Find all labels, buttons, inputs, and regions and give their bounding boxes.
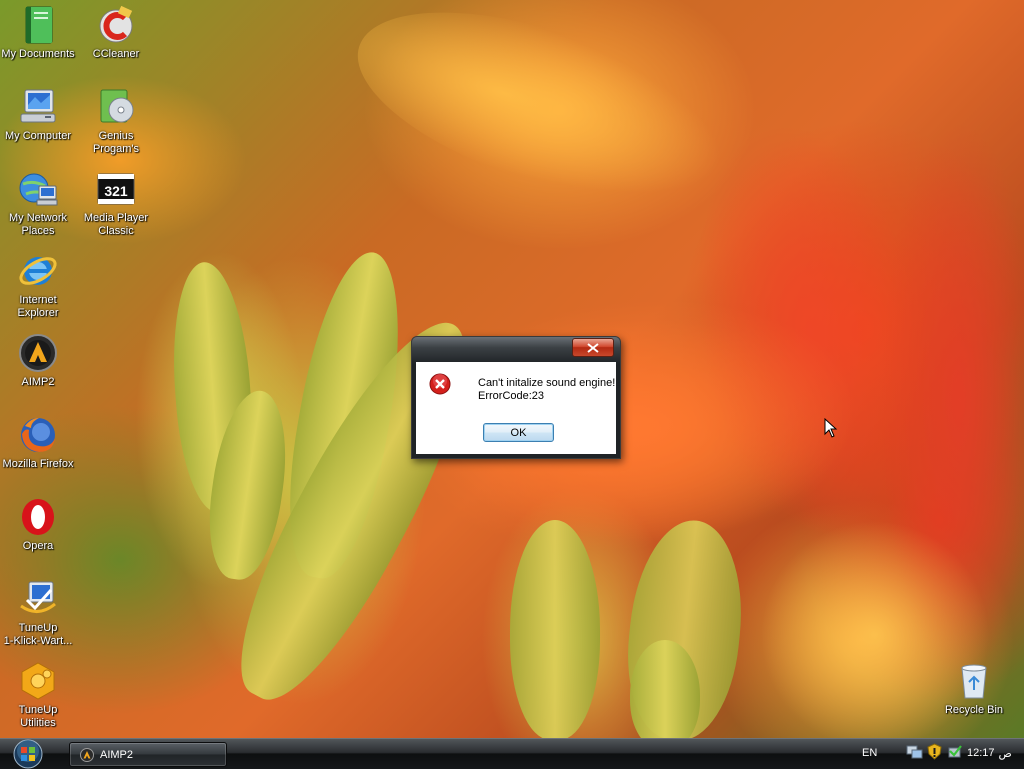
dialog-titlebar[interactable] xyxy=(412,337,620,361)
desktop-icon-label: My Network Places xyxy=(8,212,68,237)
network-icon[interactable] xyxy=(906,743,923,760)
system-clock[interactable]: 12:17 ص xyxy=(967,747,1012,760)
network-places-icon xyxy=(17,168,59,210)
ccleaner-icon xyxy=(95,4,137,46)
security-alert-icon[interactable] xyxy=(926,743,943,760)
dialog-body: Can't initalize sound engine! ErrorCode:… xyxy=(416,362,616,454)
genius-programs-icon xyxy=(95,86,137,128)
my-computer-icon xyxy=(17,86,59,128)
recycle-bin-icon xyxy=(953,660,995,702)
desktop-icon-label: Genius Progam's xyxy=(92,130,140,155)
dialog-close-button[interactable] xyxy=(572,338,614,357)
tuneup-icon xyxy=(17,578,59,620)
desktop[interactable]: My Documents My Computer My Network Plac xyxy=(0,0,1024,738)
desktop-icon-tuneup-utilities[interactable]: TuneUp Utilities xyxy=(0,660,76,730)
desktop-icon-aimp2[interactable]: AIMP2 xyxy=(0,332,76,389)
desktop-icon-label: My Documents xyxy=(1,48,75,60)
desktop-icon-label: CCleaner xyxy=(92,48,140,60)
clock-time: 12:17 xyxy=(967,747,995,759)
desktop-icon-label: Media Player Classic xyxy=(83,212,149,237)
dialog-message-line2: ErrorCode:23 xyxy=(478,390,545,402)
media-player-classic-icon: 321 xyxy=(95,168,137,210)
desktop-icon-network-places[interactable]: My Network Places xyxy=(0,168,76,238)
desktop-icon-ccleaner[interactable]: CCleaner xyxy=(78,4,154,61)
error-icon xyxy=(429,373,451,395)
system-tray xyxy=(906,743,963,760)
safely-remove-icon[interactable] xyxy=(946,743,963,760)
desktop-icon-media-player-classic[interactable]: 321 Media Player Classic xyxy=(78,168,154,238)
windows-orb-icon xyxy=(13,739,43,769)
mouse-cursor-icon xyxy=(824,417,838,443)
taskbar: AIMP2 EN 12:17 ص xyxy=(0,738,1024,769)
taskbar-button-aimp2[interactable]: AIMP2 xyxy=(69,742,227,767)
desktop-icon-tuneup-1-klick[interactable]: TuneUp 1-Klick-Wart... xyxy=(0,578,76,648)
desktop-icon-label: TuneUp 1-Klick-Wart... xyxy=(3,622,73,647)
desktop-icon-label: Recycle Bin xyxy=(944,704,1004,716)
close-icon xyxy=(587,342,599,353)
desktop-icon-label: AIMP2 xyxy=(21,376,55,388)
desktop-icon-my-documents[interactable]: My Documents xyxy=(0,4,76,61)
svg-text:321: 321 xyxy=(104,183,128,199)
desktop-icon-label: Internet Explorer xyxy=(17,294,59,319)
opera-icon xyxy=(17,496,59,538)
aimp2-icon xyxy=(17,332,59,374)
desktop-icon-internet-explorer[interactable]: Internet Explorer xyxy=(0,250,76,320)
internet-explorer-icon xyxy=(17,250,59,292)
desktop-icon-recycle-bin[interactable]: Recycle Bin xyxy=(936,660,1012,717)
desktop-icon-label: Opera xyxy=(22,540,54,552)
tuneup-utilities-icon xyxy=(17,660,59,702)
desktop-icon-label: Mozilla Firefox xyxy=(2,458,74,470)
language-indicator[interactable]: EN xyxy=(862,747,877,759)
my-documents-icon xyxy=(17,4,59,46)
dialog-message-line1: Can't initalize sound engine! xyxy=(478,377,616,389)
desktop-icon-label: My Computer xyxy=(4,130,72,142)
desktop-icon-label: TuneUp Utilities xyxy=(18,704,58,729)
desktop-icon-opera[interactable]: Opera xyxy=(0,496,76,553)
start-button[interactable] xyxy=(10,739,46,769)
dialog-message: Can't initalize sound engine! ErrorCode:… xyxy=(478,377,615,403)
desktop-icon-genius-programs[interactable]: Genius Progam's xyxy=(78,86,154,156)
error-dialog: Can't initalize sound engine! ErrorCode:… xyxy=(411,336,621,459)
ok-button[interactable]: OK xyxy=(483,423,554,442)
taskbar-button-label: AIMP2 xyxy=(100,748,134,761)
desktop-icon-firefox[interactable]: Mozilla Firefox xyxy=(0,414,76,471)
clock-ampm: ص xyxy=(998,748,1012,760)
aimp2-icon xyxy=(80,747,94,762)
desktop-icon-my-computer[interactable]: My Computer xyxy=(0,86,76,143)
firefox-icon xyxy=(17,414,59,456)
